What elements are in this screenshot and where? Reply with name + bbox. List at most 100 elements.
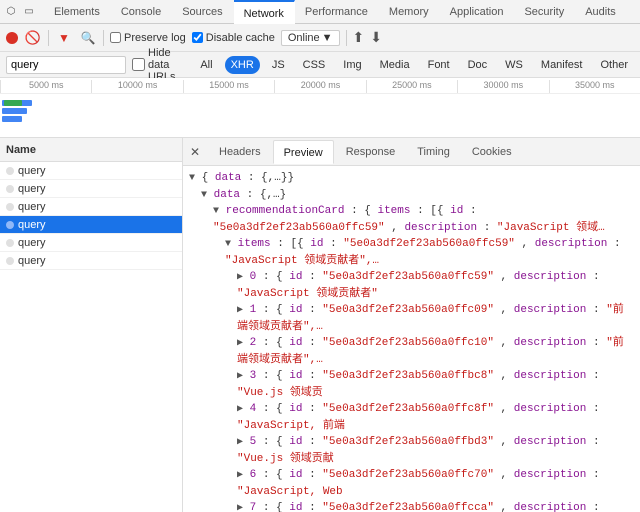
request-item-3[interactable]: query [0, 216, 182, 234]
entry-2-arrow[interactable]: ▶ [237, 338, 243, 349]
timeline-bar-4 [4, 100, 22, 106]
timeline-ruler: 5000 ms 10000 ms 15000 ms 20000 ms 25000… [0, 78, 640, 94]
disable-cache-checkbox[interactable] [192, 32, 203, 43]
request-item-1[interactable]: query [0, 180, 182, 198]
rec-id-key: id [450, 205, 463, 217]
rec-arrow[interactable]: ▼ [213, 206, 219, 217]
network-timeline[interactable]: 5000 ms 10000 ms 15000 ms 20000 ms 25000… [0, 78, 640, 138]
filter-media[interactable]: Media [374, 56, 416, 74]
tab-application[interactable]: Application [440, 0, 515, 24]
request-list-header: Name [0, 138, 182, 162]
rec-items-colon: : [{ [417, 205, 443, 217]
entry-3-arrow[interactable]: ▶ [237, 371, 243, 382]
items-arrow[interactable]: ▼ [225, 239, 231, 250]
detail-tab-cookies[interactable]: Cookies [462, 140, 522, 164]
request-item-4[interactable]: query [0, 234, 182, 252]
request-dot-1 [6, 185, 14, 193]
tick-6: 30000 ms [457, 80, 548, 93]
filter-img[interactable]: Img [337, 56, 367, 74]
tree-entry-5[interactable]: ▶ 5 : { id : "5e0a3df2ef23ab560a0ffbd3" … [189, 434, 634, 467]
tab-memory[interactable]: Memory [379, 0, 440, 24]
search-input[interactable] [6, 56, 126, 74]
tree-entry-7[interactable]: ▶ 7 : { id : "5e0a3df2ef23ab560a0ffcca" … [189, 500, 634, 512]
mobile-icon[interactable]: ▭ [22, 5, 36, 19]
entry-6-arrow[interactable]: ▶ [237, 470, 243, 481]
filter-row: Hide data URLs All XHR JS CSS Img Media … [0, 52, 640, 78]
tick-5: 25000 ms [366, 80, 457, 93]
export-button[interactable]: ⬇ [370, 29, 382, 46]
filter-other[interactable]: Other [594, 56, 634, 74]
entry-0-index: 0 [250, 271, 257, 283]
tab-security[interactable]: Security [514, 0, 575, 24]
root-key: data [215, 172, 241, 184]
detail-tab-timing[interactable]: Timing [407, 140, 460, 164]
detail-tab-preview[interactable]: Preview [273, 140, 334, 164]
items-colon: : [{ [277, 238, 303, 250]
request-list: Name query query query query query query [0, 138, 183, 512]
entry-7-arrow[interactable]: ▶ [237, 503, 243, 512]
rec-key: recommendationCard [226, 205, 345, 217]
throttle-label: Online [288, 32, 320, 44]
filter-js[interactable]: JS [266, 56, 291, 74]
tab-sources[interactable]: Sources [172, 0, 233, 24]
hide-data-urls-checkbox[interactable] [132, 58, 145, 71]
close-detail-button[interactable]: ✕ [187, 144, 203, 160]
request-item-5[interactable]: query [0, 252, 182, 270]
tree-entry-0[interactable]: ▶ 0 : { id : "5e0a3df2ef23ab560a0ffc59" … [189, 269, 634, 302]
request-name-1: query [18, 183, 46, 195]
data-key: data [214, 189, 240, 201]
tick-3: 15000 ms [183, 80, 274, 93]
request-item-2[interactable]: query [0, 198, 182, 216]
filter-manifest[interactable]: Manifest [535, 56, 589, 74]
tree-entry-3[interactable]: ▶ 3 : { id : "5e0a3df2ef23ab560a0ffbc8" … [189, 368, 634, 401]
tree-items[interactable]: ▼ items : [{ id : "5e0a3df2ef23ab560a0ff… [189, 236, 634, 269]
tree-entry-1[interactable]: ▶ 1 : { id : "5e0a3df2ef23ab560a0ffc09" … [189, 302, 634, 335]
throttle-dropdown[interactable]: Online ▼ [281, 30, 340, 46]
clear-button[interactable]: 🚫 [24, 29, 42, 47]
root-arrow[interactable]: ▼ [189, 173, 195, 184]
data-arrow[interactable]: ▼ [201, 190, 207, 201]
tree-entry-2[interactable]: ▶ 2 : { id : "5e0a3df2ef23ab560a0ffc10" … [189, 335, 634, 368]
filter-ws[interactable]: WS [499, 56, 529, 74]
filter-css[interactable]: CSS [297, 56, 332, 74]
main-area: Name query query query query query query [0, 138, 640, 512]
request-name-3: query [18, 219, 46, 231]
detail-tab-headers[interactable]: Headers [209, 140, 271, 164]
entry-5-arrow[interactable]: ▶ [237, 437, 243, 448]
tree-entry-6[interactable]: ▶ 6 : { id : "5e0a3df2ef23ab560a0ffc70" … [189, 467, 634, 500]
preserve-log-label[interactable]: Preserve log [110, 32, 186, 44]
tree-root[interactable]: ▼ { data : {,…}} [189, 170, 634, 187]
root-brace-open: { [202, 172, 209, 184]
detail-tab-response[interactable]: Response [336, 140, 406, 164]
request-item-0[interactable]: query [0, 162, 182, 180]
import-button[interactable]: ⬆ [353, 29, 365, 46]
preserve-log-checkbox[interactable] [110, 32, 121, 43]
inspect-icon[interactable]: ⬡ [4, 5, 18, 19]
tree-data[interactable]: ▼ data : {,…} [189, 187, 634, 204]
entry-1-arrow[interactable]: ▶ [237, 305, 243, 316]
tab-network[interactable]: Network [234, 0, 295, 24]
filter-doc[interactable]: Doc [462, 56, 494, 74]
filter-button[interactable]: ▼ [55, 29, 73, 47]
filter-xhr[interactable]: XHR [225, 56, 260, 74]
entry-4-arrow[interactable]: ▶ [237, 404, 243, 415]
disable-cache-label[interactable]: Disable cache [192, 32, 275, 44]
entry-0-arrow[interactable]: ▶ [237, 272, 243, 283]
network-toolbar: 🚫 ▼ 🔍 Preserve log Disable cache Online … [0, 24, 640, 52]
tab-performance[interactable]: Performance [295, 0, 379, 24]
tab-audits[interactable]: Audits [575, 0, 627, 24]
search-button[interactable]: 🔍 [79, 29, 97, 47]
record-button[interactable] [6, 32, 18, 44]
rec-desc-val: "JavaScript 领域… [497, 222, 605, 234]
rec-id-val: "5e0a3df2ef23ab560a0ffc59" [213, 222, 385, 234]
request-dot-5 [6, 257, 14, 265]
filter-all[interactable]: All [194, 56, 218, 74]
filter-font[interactable]: Font [422, 56, 456, 74]
tab-elements[interactable]: Elements [44, 0, 111, 24]
preview-content[interactable]: ▼ { data : {,…}} ▼ data : {,…} ▼ recomme… [183, 166, 640, 512]
tree-entry-4[interactable]: ▶ 4 : { id : "5e0a3df2ef23ab560a0ffc8f" … [189, 401, 634, 434]
tree-recommendation[interactable]: ▼ recommendationCard : { items : [{ id :… [189, 203, 634, 236]
items-desc-key: description [535, 238, 608, 250]
divider-2 [103, 30, 104, 46]
tab-console[interactable]: Console [111, 0, 172, 24]
